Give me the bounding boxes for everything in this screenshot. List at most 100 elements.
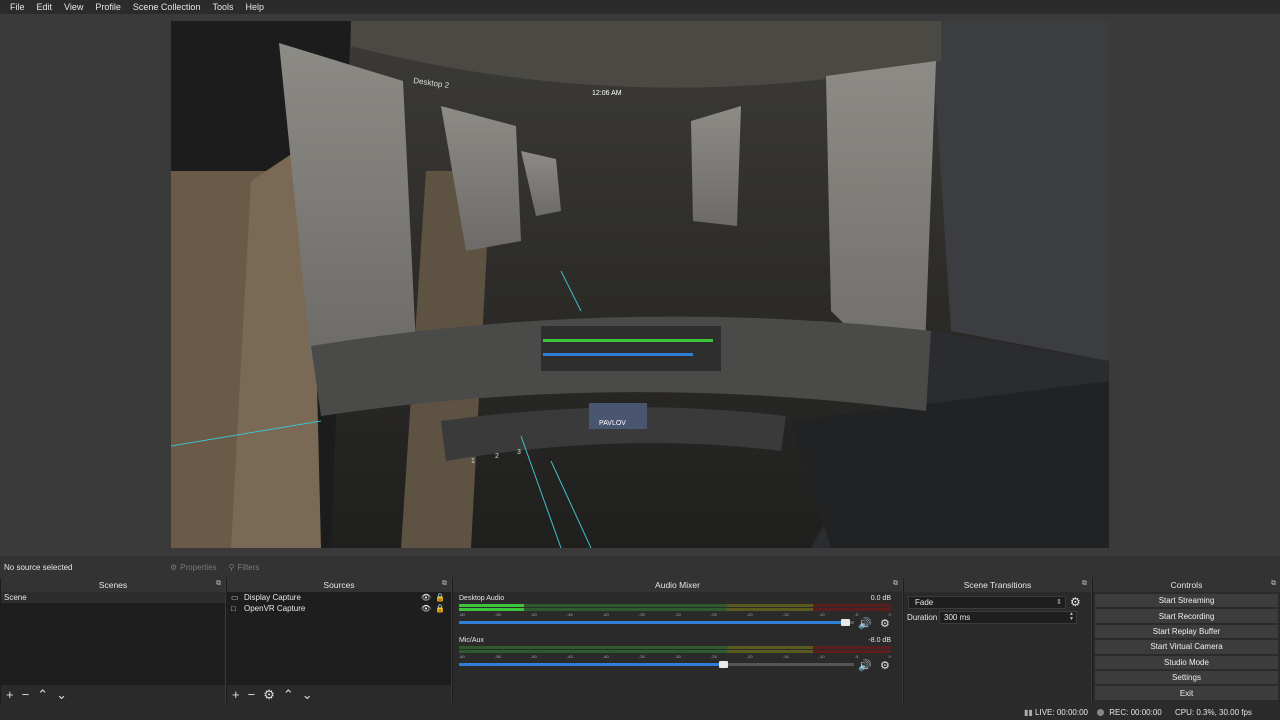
move-up-icon[interactable]: ⌃ <box>37 688 48 701</box>
slider-fill <box>459 663 724 666</box>
studio-mode-button[interactable]: Studio Mode <box>1095 655 1278 669</box>
mixer-title: Audio Mixer <box>655 580 700 590</box>
transitions-title-bar: Scene Transitions ⧉ <box>904 578 1091 592</box>
scenes-title-bar: Scenes ⧉ <box>1 578 225 592</box>
overlay-page-3: 3 <box>517 449 521 456</box>
start-recording-button[interactable]: Start Recording <box>1095 609 1278 623</box>
start-virtual-camera-button[interactable]: Start Virtual Camera <box>1095 640 1278 654</box>
status-bar: ▮▮ LIVE: 00:00:00 REC: 00:00:00 CPU: 0.3… <box>0 703 1280 720</box>
mixer-channel-mic-aux: Mic/Aux -8.0 dB -60 -55 -50 -45 -40 -35 … <box>456 637 899 677</box>
meter-level <box>459 604 524 607</box>
remove-icon[interactable]: − <box>22 688 30 701</box>
move-up-icon[interactable]: ⌃ <box>283 688 294 701</box>
overlay-page-2: 2 <box>495 453 499 460</box>
undock-icon[interactable]: ⧉ <box>1082 580 1087 588</box>
transition-select[interactable]: Fade ⇕ <box>908 596 1066 609</box>
menu-edit[interactable]: Edit <box>31 2 59 12</box>
preview-canvas[interactable]: PAVLOV 1 2 3 Desktop 2 12:06 AM <box>171 21 1109 548</box>
volume-slider[interactable] <box>459 619 854 626</box>
channel-name: Desktop Audio <box>459 595 505 602</box>
start-replay-buffer-button[interactable]: Start Replay Buffer <box>1095 624 1278 639</box>
gear-icon: ⚙ <box>170 562 178 572</box>
live-timer: LIVE: 00:00:00 <box>1035 708 1088 717</box>
undock-icon[interactable]: ⧉ <box>442 580 447 588</box>
move-down-icon[interactable]: ⌄ <box>302 688 313 701</box>
scenes-list: Scene <box>1 592 225 685</box>
undock-icon[interactable]: ⧉ <box>1271 580 1276 588</box>
remove-icon[interactable]: − <box>248 688 256 701</box>
volume-meter <box>459 604 891 607</box>
undock-icon[interactable]: ⧉ <box>216 580 221 588</box>
filters-label: Filters <box>237 562 260 572</box>
source-label: OpenVR Capture <box>244 604 306 613</box>
meter-level <box>459 608 524 611</box>
meter-tick: -10 <box>818 654 825 659</box>
menu-file[interactable]: File <box>4 2 31 12</box>
mixer-title-bar: Audio Mixer ⧉ <box>453 578 902 592</box>
exit-button[interactable]: Exit <box>1095 686 1278 700</box>
settings-button[interactable]: Settings <box>1095 670 1278 685</box>
scene-transitions-dock: Scene Transitions ⧉ Fade ⇕ ⚙ Duration 30… <box>903 578 1091 703</box>
menu-view[interactable]: View <box>58 2 89 12</box>
sources-toolbar: + − ⚙ ⌃ ⌄ <box>227 685 451 703</box>
preview-area: PAVLOV 1 2 3 Desktop 2 12:06 AM <box>0 14 1280 556</box>
slider-handle[interactable] <box>718 661 728 668</box>
channel-db: 0.0 dB <box>870 595 891 602</box>
add-icon[interactable]: + <box>232 688 240 701</box>
lock-icon[interactable]: 🔒 <box>435 603 445 614</box>
gear-icon[interactable]: ⚙ <box>263 688 275 701</box>
meter-tick: -50 <box>530 612 537 617</box>
meter-tick: -15 <box>782 612 789 617</box>
meter-tick: -35 <box>638 654 645 659</box>
gear-icon[interactable]: ⚙ <box>880 659 890 672</box>
controls-body: Start Streaming Start Recording Start Re… <box>1093 592 1280 703</box>
source-item-openvr-capture[interactable]: □ OpenVR Capture 👁 🔒 <box>227 603 451 614</box>
meter-tick: -55 <box>494 654 501 659</box>
menu-scene-collection[interactable]: Scene Collection <box>127 2 207 12</box>
live-status: ▮▮ LIVE: 00:00:00 <box>1024 708 1088 717</box>
visibility-eye-icon[interactable]: 👁 <box>421 603 431 614</box>
meter-ticks: -60 -55 -50 -45 -40 -35 -30 -25 -20 -15 … <box>459 612 891 618</box>
menu-help[interactable]: Help <box>239 2 270 12</box>
mixer-channel-desktop-audio: Desktop Audio 0.0 dB -60 -55 -50 -45 -40… <box>456 595 899 635</box>
duration-input[interactable]: 300 ms ▲ ▼ <box>939 611 1077 624</box>
sources-dock: Sources ⧉ ▭ Display Capture 👁 🔒 □ OpenVR… <box>226 578 451 703</box>
scenes-title: Scenes <box>98 580 128 590</box>
sources-list: ▭ Display Capture 👁 🔒 □ OpenVR Capture 👁… <box>227 592 451 685</box>
meter-tick: -45 <box>566 612 573 617</box>
overlay-clock: 12:06 AM <box>592 90 622 97</box>
properties-bar: No source selected ⚙ Properties ⚲ Filter… <box>0 556 1280 578</box>
vr-scene-illustration: PAVLOV 1 2 3 Desktop 2 12:06 AM <box>171 21 1109 548</box>
meter-tick: -20 <box>746 654 753 659</box>
properties-button[interactable]: ⚙ Properties <box>170 563 217 572</box>
channel-name: Mic/Aux <box>459 637 484 644</box>
gear-icon[interactable]: ⚙ <box>880 617 890 630</box>
meter-tick: -35 <box>638 612 645 617</box>
transitions-title: Scene Transitions <box>963 580 1032 590</box>
start-streaming-button[interactable]: Start Streaming <box>1095 594 1278 608</box>
volume-meter <box>459 608 891 611</box>
source-item-display-capture[interactable]: ▭ Display Capture 👁 🔒 <box>227 592 451 603</box>
gear-icon[interactable]: ⚙ <box>1070 595 1081 609</box>
controls-title-bar: Controls ⧉ <box>1093 578 1280 592</box>
scene-item[interactable]: Scene <box>1 592 225 603</box>
spinner-icon[interactable]: ▲ ▼ <box>1069 612 1074 622</box>
scenes-toolbar: + − ⌃ ⌄ <box>1 685 225 703</box>
filters-button[interactable]: ⚲ Filters <box>229 563 260 572</box>
add-icon[interactable]: + <box>6 688 14 701</box>
record-dot-icon <box>1097 709 1104 716</box>
menu-profile[interactable]: Profile <box>89 2 127 12</box>
mixer-body: Desktop Audio 0.0 dB -60 -55 -50 -45 -40… <box>453 592 902 703</box>
overlay-game-label: PAVLOV <box>599 420 626 427</box>
volume-slider[interactable] <box>459 661 854 668</box>
move-down-icon[interactable]: ⌄ <box>56 688 67 701</box>
audio-mixer-dock: Audio Mixer ⧉ Desktop Audio 0.0 dB -60 -… <box>452 578 902 703</box>
speaker-icon[interactable]: 🔊 <box>858 617 872 630</box>
visibility-eye-icon[interactable]: 👁 <box>421 592 431 603</box>
menu-tools[interactable]: Tools <box>206 2 239 12</box>
speaker-icon[interactable]: 🔊 <box>858 659 872 672</box>
meter-tick: -30 <box>674 654 681 659</box>
undock-icon[interactable]: ⧉ <box>893 580 898 588</box>
slider-handle[interactable] <box>841 619 851 626</box>
lock-icon[interactable]: 🔒 <box>435 592 445 603</box>
